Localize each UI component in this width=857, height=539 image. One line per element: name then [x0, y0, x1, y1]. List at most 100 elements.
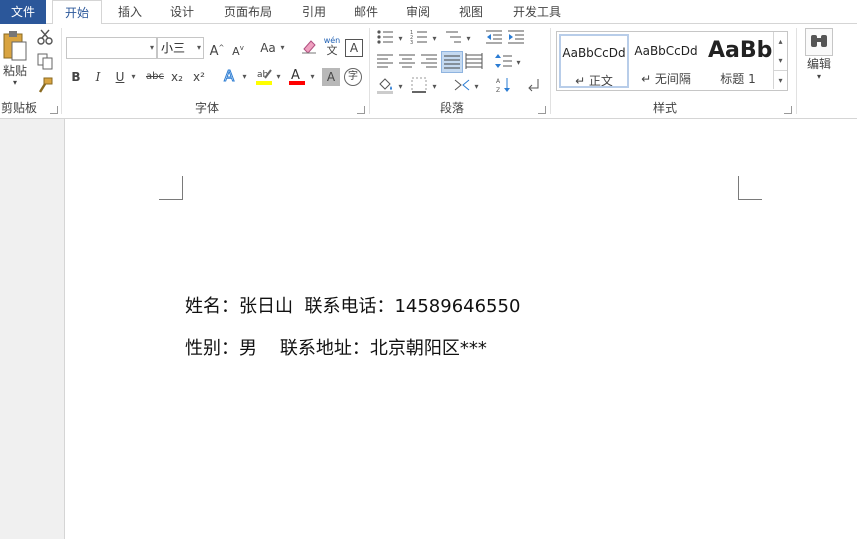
svg-text:A: A	[291, 68, 300, 83]
bullet-list-icon	[377, 30, 393, 44]
chinese-layout-button[interactable]	[453, 76, 473, 98]
style-no-spacing[interactable]: AaBbCcDd ↵ 无间隔	[631, 34, 701, 88]
character-shading-label: A	[326, 70, 336, 84]
distributed-button[interactable]	[465, 52, 485, 74]
chevron-down-icon[interactable]: ▾	[279, 37, 286, 59]
chevron-down-icon[interactable]: ▾	[397, 76, 404, 98]
tab-mailings[interactable]: 邮件	[344, 0, 388, 24]
format-painter-icon	[38, 77, 53, 93]
line-spacing-icon	[495, 54, 512, 68]
font-color-icon: A	[289, 68, 305, 85]
text-effects-button[interactable]: A	[221, 66, 239, 88]
format-painter-button[interactable]	[36, 76, 56, 98]
font-name-combo[interactable]: ▾	[66, 37, 157, 59]
bullets-button[interactable]	[376, 28, 396, 50]
style-normal[interactable]: AaBbCcDd ↵ 正文	[559, 34, 629, 88]
chevron-down-icon: ▾	[149, 43, 154, 52]
phonetic-guide-button[interactable]: wén 文	[322, 36, 342, 58]
tab-file[interactable]: 文件	[0, 0, 46, 24]
tab-references[interactable]: 引用	[292, 0, 336, 24]
font-size-value: 小三	[161, 41, 186, 55]
highlighter-icon: ab	[256, 69, 272, 85]
sort-button[interactable]: A Z	[495, 76, 515, 98]
cut-button[interactable]	[36, 28, 56, 50]
chevron-down-icon[interactable]: ▾	[773, 51, 787, 70]
document-line-name-phone[interactable]: 姓名：张日山 联系电话：14589646550	[185, 292, 520, 318]
subscript-button[interactable]: x₂	[169, 66, 185, 88]
clipboard-dialog-launcher[interactable]	[50, 106, 58, 114]
svg-text:3: 3	[410, 40, 413, 46]
style-heading-1[interactable]: AaBb 标题 1	[703, 34, 773, 88]
phonetic-guide-bottom: 文	[326, 44, 338, 57]
align-center-icon	[399, 54, 415, 68]
chevron-down-icon[interactable]: ▾	[309, 66, 316, 88]
ribbon-tab-bar: 文件 开始 插入 设计 页面布局 引用 邮件 审阅 视图 开发工具	[0, 0, 857, 25]
align-center-button[interactable]	[398, 52, 418, 74]
font-size-combo[interactable]: 小三 ▾	[157, 37, 204, 59]
chevron-down-icon[interactable]: ▾	[130, 66, 137, 88]
change-case-button[interactable]: Aa	[257, 37, 279, 59]
tab-review[interactable]: 审阅	[396, 0, 440, 24]
increase-indent-button[interactable]	[507, 28, 527, 50]
chevron-down-icon[interactable]: ▾	[241, 66, 248, 88]
chevron-down-icon[interactable]: ▾	[431, 76, 438, 98]
tab-page-layout[interactable]: 页面布局	[216, 0, 280, 24]
superscript-button[interactable]: x²	[191, 66, 207, 88]
styles-dialog-launcher[interactable]	[784, 106, 792, 114]
show-hide-marks-button[interactable]	[526, 76, 544, 98]
decrease-indent-button[interactable]	[485, 28, 505, 50]
tab-design[interactable]: 设计	[160, 0, 204, 24]
underline-button[interactable]: U	[112, 66, 128, 88]
eraser-icon	[302, 40, 316, 54]
chevron-down-icon[interactable]: ▾	[515, 52, 522, 74]
document-line-gender-address[interactable]: 性别：男 联系地址：北京朝阳区***	[185, 334, 487, 360]
paste-button[interactable]: 粘贴 ▾	[0, 28, 30, 88]
align-right-icon	[421, 54, 437, 68]
chevron-down-icon[interactable]: ▾	[431, 28, 438, 50]
line-spacing-button[interactable]	[495, 52, 515, 74]
chevron-up-icon[interactable]: ▴	[773, 32, 787, 51]
svg-text:Z: Z	[496, 87, 500, 94]
editing-button[interactable]: 编辑 ▾	[802, 28, 836, 88]
paint-bucket-icon	[377, 78, 393, 94]
italic-button[interactable]: I	[90, 66, 106, 88]
chevron-down-icon[interactable]: ▾	[465, 28, 472, 50]
svg-text:A: A	[496, 78, 501, 85]
multilevel-list-button[interactable]	[444, 28, 464, 50]
shading-button[interactable]	[376, 76, 396, 98]
character-shading-button[interactable]: A	[322, 68, 340, 86]
enclose-characters-button[interactable]: 字	[344, 68, 362, 86]
copy-button[interactable]	[36, 52, 56, 74]
chevron-down-icon: ▾	[196, 43, 201, 52]
borders-button[interactable]	[410, 76, 430, 98]
align-right-button[interactable]	[420, 52, 440, 74]
gallery-more-icon[interactable]: ▾	[773, 70, 787, 89]
strikethrough-button[interactable]: abc	[144, 66, 166, 88]
sort-icon: A Z	[496, 78, 510, 94]
shrink-font-label: A	[232, 45, 240, 58]
tab-view[interactable]: 视图	[449, 0, 493, 24]
tab-developer[interactable]: 开发工具	[504, 0, 570, 24]
multilevel-list-icon	[446, 31, 461, 43]
chevron-down-icon[interactable]: ▾	[473, 76, 480, 98]
shrink-font-button[interactable]: Av	[229, 37, 247, 59]
paragraph-dialog-launcher[interactable]	[538, 106, 546, 114]
chevron-down-icon[interactable]: ▾	[275, 66, 282, 88]
character-border-button[interactable]: A	[345, 39, 363, 57]
align-left-icon	[377, 54, 393, 68]
justify-button[interactable]	[441, 51, 463, 73]
font-dialog-launcher[interactable]	[357, 106, 365, 114]
clear-formatting-button[interactable]	[300, 37, 320, 59]
document-page[interactable]: 姓名：张日山 联系电话：14589646550 性别：男 联系地址：北京朝阳区*…	[64, 119, 857, 539]
highlight-button[interactable]: ab	[254, 66, 274, 88]
tab-home[interactable]: 开始	[52, 0, 102, 25]
bold-button[interactable]: B	[68, 66, 84, 88]
chevron-down-icon[interactable]: ▾	[397, 28, 404, 50]
numbering-button[interactable]: 1 2 3	[410, 28, 430, 50]
group-separator	[796, 28, 797, 114]
style-heading-1-sample: AaBb	[708, 38, 773, 63]
grow-font-button[interactable]: A^	[208, 37, 226, 59]
tab-insert[interactable]: 插入	[108, 0, 152, 24]
align-left-button[interactable]	[376, 52, 396, 74]
font-color-button[interactable]: A	[288, 66, 306, 88]
